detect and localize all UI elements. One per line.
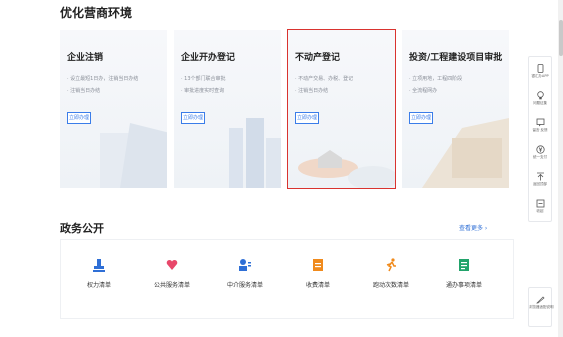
card-desc-line: · 立项用地，工程四阶段	[409, 76, 463, 82]
running-icon	[386, 258, 396, 272]
view-more-link[interactable]: 查看更多 ›	[459, 223, 487, 232]
side-item-label: 银汇办APP	[531, 74, 549, 78]
card-desc-line: · 13个部门联合审批	[181, 76, 226, 82]
side-item-label: 留言·反馈	[532, 128, 548, 132]
government-section-title: 政务公开	[60, 222, 104, 235]
side-item-label: 返回顶部	[533, 182, 547, 186]
card-desc-line: · 全流程网办	[409, 88, 438, 94]
side-item-payment[interactable]: 统一支付	[529, 145, 551, 160]
heart-hands-icon	[166, 259, 178, 270]
card-title: 企业开办登记	[181, 53, 236, 63]
phone-icon	[537, 64, 543, 73]
gov-item-public-service-list[interactable]: 公共服务清单	[137, 258, 207, 289]
message-icon	[536, 118, 544, 127]
gov-item-label: 权力清单	[86, 282, 111, 289]
apply-now-button[interactable]: 立即办理	[67, 112, 91, 124]
gov-item-label: 跑动次数清单	[372, 282, 409, 289]
side-item-label: 收起	[536, 209, 544, 213]
apply-now-button[interactable]: 立即办理	[295, 112, 319, 124]
gov-item-agency-service-list[interactable]: 中介服务清单	[210, 258, 280, 289]
yen-icon	[535, 145, 545, 154]
side-item-browser-note[interactable]: 浏览器适配说明	[529, 295, 554, 310]
floating-side-toolbar: 银汇办APP 问题征集 留言·反馈 统一支付 返回顶部 收起	[528, 56, 552, 222]
side-item-feedback[interactable]: 留言·反馈	[529, 118, 551, 133]
card-background-illustration	[298, 150, 395, 188]
side-item-label: 统一支付	[533, 155, 547, 159]
top-icon	[536, 172, 544, 181]
document-list-icon	[459, 259, 469, 271]
card-investment-project-approval[interactable]: 投资/工程建设项目审批 · 立项用地，工程四阶段 · 全流程网办 立即办理	[402, 30, 509, 188]
card-enterprise-cancellation[interactable]: 企业注销 · 设立最短1日办，注销当日办结 · 注销当日办结 立即办理	[60, 30, 167, 188]
side-item-label: 问题征集	[533, 101, 547, 105]
card-title: 投资/工程建设项目审批	[409, 53, 503, 63]
card-desc-line: · 注销当日办结	[295, 88, 329, 94]
card-desc-line: · 注销当日办结	[67, 88, 101, 94]
government-list-panel: 权力清单 公共服务清单 中介服务清单 收费清单 跑动次数清单 通办事项清单	[60, 239, 514, 319]
side-item-app[interactable]: 银汇办APP	[529, 64, 551, 79]
gov-item-visit-count-list[interactable]: 跑动次数清单	[356, 258, 426, 289]
page-scrollbar[interactable]	[558, 0, 563, 337]
gov-item-label: 收费清单	[305, 282, 330, 289]
gov-item-label: 通办事项清单	[445, 282, 482, 289]
gov-item-fee-list[interactable]: 收费清单	[283, 258, 353, 289]
card-desc-line: · 设立最短1日办，注销当日办结	[67, 76, 139, 82]
card-real-estate-registration[interactable]: 不动产登记 · 不动产交易、办税、登记 · 注销当日办结 立即办理	[287, 29, 396, 189]
gov-item-label: 公共服务清单	[153, 282, 190, 289]
bulb-icon	[536, 91, 544, 100]
fee-icon	[313, 259, 323, 271]
service-cards: 企业注销 · 设立最短1日办，注销当日办结 · 注销当日办结 立即办理 企业开办…	[60, 29, 510, 189]
gov-item-label: 中介服务清单	[226, 282, 263, 289]
side-item-question[interactable]: 问题征集	[529, 91, 551, 106]
browser-icon	[535, 296, 545, 304]
side-item-collapse[interactable]: 收起	[529, 199, 551, 214]
card-title: 不动产登记	[295, 53, 341, 63]
apply-now-button[interactable]: 立即办理	[409, 112, 433, 124]
card-enterprise-registration[interactable]: 企业开办登记 · 13个部门联合审批 · 审批进度实时查询 立即办理	[174, 30, 281, 188]
apply-now-button[interactable]: 立即办理	[181, 112, 205, 124]
person-list-icon	[239, 259, 251, 271]
card-desc-line: · 审批进度实时查询	[181, 88, 225, 94]
side-item-label: 浏览器适配说明	[529, 305, 554, 309]
stamp-icon	[93, 259, 105, 272]
gov-item-universal-service-list[interactable]: 通办事项清单	[429, 258, 499, 289]
gov-item-power-list[interactable]: 权力清单	[64, 258, 134, 289]
card-desc-line: · 不动产交易、办税、登记	[295, 76, 354, 82]
card-title: 企业注销	[67, 53, 104, 63]
browser-adaptation-toolbar: 浏览器适配说明	[528, 287, 554, 327]
side-item-back-to-top[interactable]: 返回顶部	[529, 172, 551, 187]
card-background-illustration	[229, 118, 281, 188]
environment-section-title: 优化营商环境	[60, 6, 133, 20]
scrollbar-thumb[interactable]	[558, 20, 563, 56]
collapse-icon	[536, 199, 544, 208]
card-background-illustration	[422, 118, 509, 188]
card-background-illustration	[100, 123, 167, 188]
